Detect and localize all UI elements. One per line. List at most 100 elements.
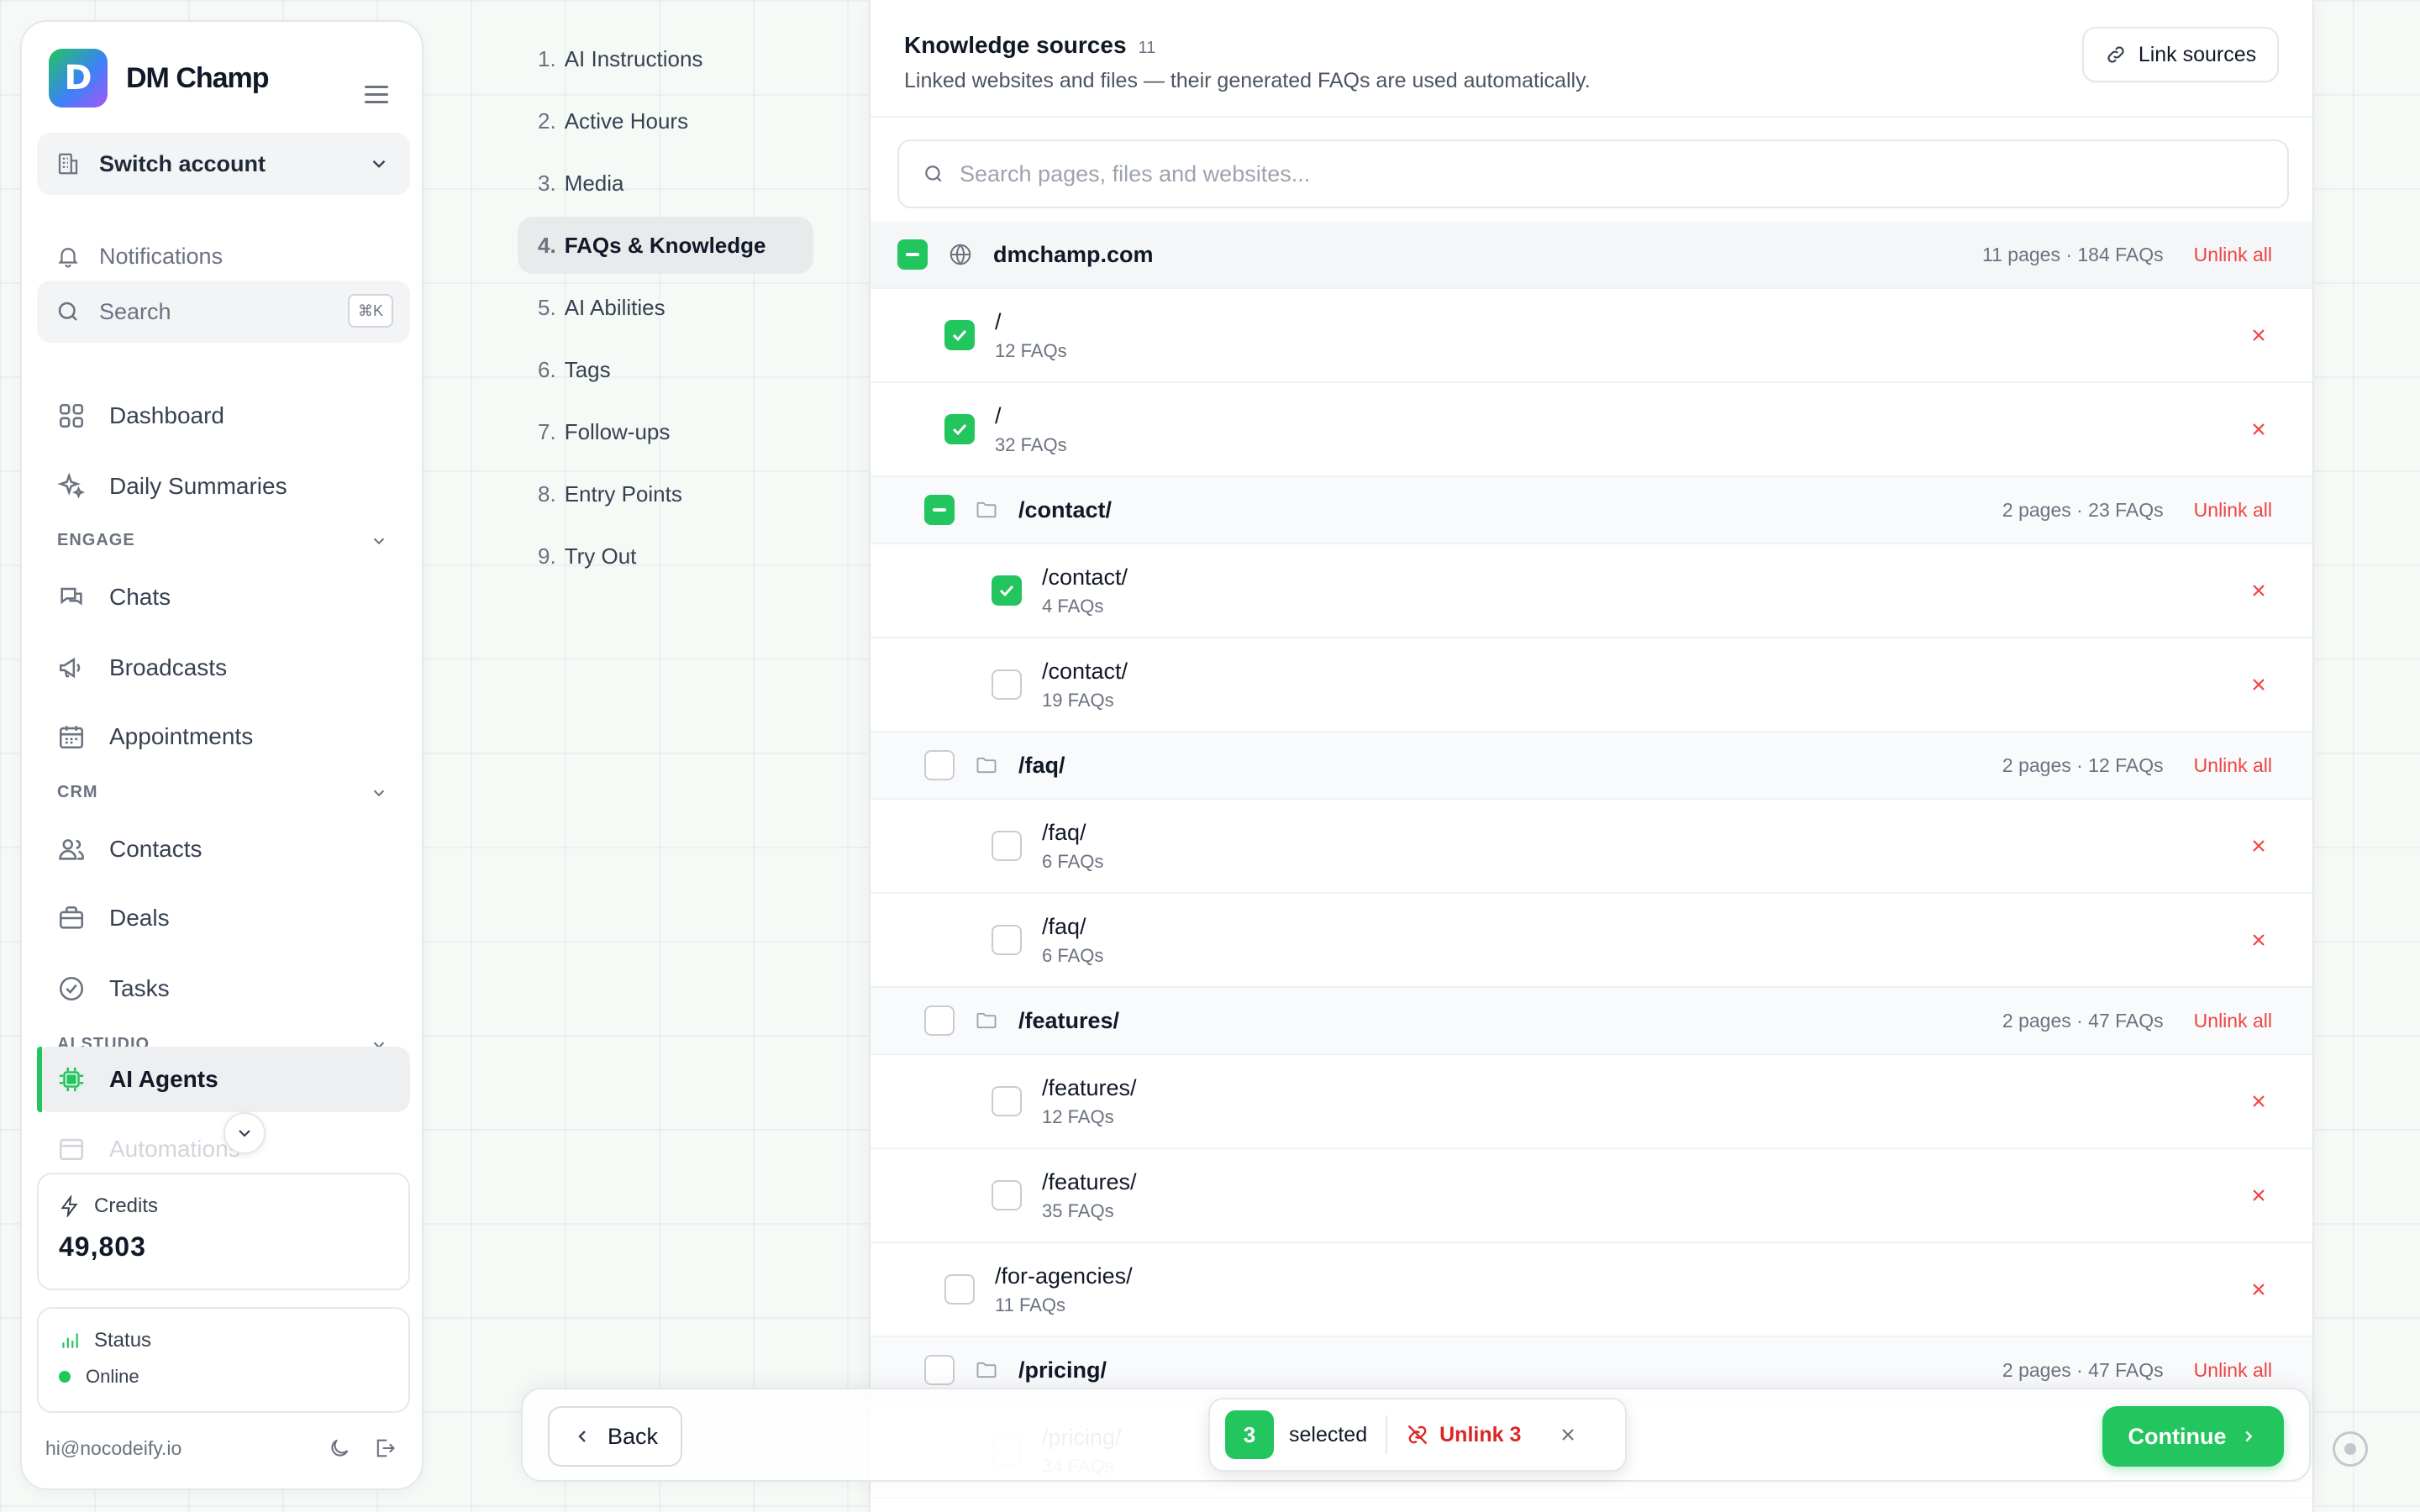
- knowledge-panel: Knowledge sources 11 Linked websites and…: [869, 0, 2314, 1512]
- source-page-row[interactable]: /contact/4 FAQs: [871, 544, 2312, 638]
- sidebar-item-appointments[interactable]: Appointments: [37, 704, 410, 769]
- bar-chart-icon: [62, 1333, 78, 1348]
- remove-page-icon[interactable]: [2249, 419, 2269, 439]
- back-button[interactable]: Back: [548, 1406, 682, 1467]
- page-checkbox[interactable]: [944, 1274, 975, 1305]
- menu-icon[interactable]: [365, 86, 388, 108]
- source-group[interactable]: /faq/2 pages · 12 FAQs Unlink all: [871, 732, 2312, 800]
- unlink-all-button[interactable]: Unlink all: [2194, 244, 2272, 266]
- close-icon[interactable]: [1558, 1425, 1578, 1445]
- credits-label: Credits: [94, 1194, 159, 1217]
- page-faq-count: 19 FAQs: [1042, 689, 1114, 711]
- scroll-down-button[interactable]: [224, 1112, 266, 1154]
- source-page-row[interactable]: /faq/6 FAQs: [871, 800, 2312, 894]
- page-checkbox[interactable]: [992, 831, 1022, 861]
- user-email: hi@nocodeify.io: [45, 1436, 182, 1459]
- unlink-all-button[interactable]: Unlink all: [2194, 1010, 2272, 1032]
- credits-card[interactable]: Credits 49,803: [37, 1173, 410, 1290]
- page-checkbox[interactable]: [992, 575, 1022, 606]
- root-checkbox[interactable]: [897, 239, 928, 270]
- check-circle-icon: [59, 976, 84, 1001]
- step-tags[interactable]: 6. Tags: [518, 341, 813, 398]
- link-sources-button[interactable]: Link sources: [2082, 27, 2279, 82]
- remove-page-icon[interactable]: [2249, 930, 2269, 950]
- remove-page-icon[interactable]: [2249, 1185, 2269, 1205]
- search-icon: [925, 165, 942, 182]
- moon-icon[interactable]: [328, 1436, 351, 1460]
- grid-icon: [59, 403, 84, 428]
- page-checkbox[interactable]: [992, 1086, 1022, 1116]
- group-checkbox[interactable]: [924, 495, 955, 525]
- unlink-all-button[interactable]: Unlink all: [2194, 499, 2272, 522]
- page-checkbox[interactable]: [944, 320, 975, 350]
- source-page-row[interactable]: /faq/6 FAQs: [871, 894, 2312, 988]
- step-ai-instructions[interactable]: 1. AI Instructions: [518, 30, 813, 87]
- remove-page-icon[interactable]: [2249, 580, 2269, 601]
- sidebar-item-chats[interactable]: Chats: [37, 564, 410, 630]
- source-group[interactable]: /features/2 pages · 47 FAQs Unlink all: [871, 988, 2312, 1055]
- sources-search-box[interactable]: [897, 139, 2289, 208]
- step-media[interactable]: 3. Media: [518, 155, 813, 212]
- unlink-all-button[interactable]: Unlink all: [2194, 754, 2272, 777]
- unlink-icon: [1407, 1425, 1428, 1445]
- switch-account-button[interactable]: Switch account: [37, 133, 410, 195]
- group-checkbox[interactable]: [924, 1005, 955, 1036]
- record-icon[interactable]: [2333, 1431, 2368, 1467]
- source-page-row[interactable]: /for-agencies/11 FAQs: [871, 1243, 2312, 1337]
- remove-page-icon[interactable]: [2249, 1091, 2269, 1111]
- page-info: /faq/6 FAQs: [1042, 820, 1103, 873]
- status-card[interactable]: Status Online: [37, 1307, 410, 1413]
- page-faq-count: 12 FAQs: [1042, 1105, 1114, 1127]
- step-label: FAQs & Knowledge: [564, 232, 766, 258]
- switch-account-label: Switch account: [99, 150, 266, 176]
- sidebar-item-ai-agents[interactable]: AI Agents: [37, 1047, 410, 1112]
- group-checkbox[interactable]: [924, 750, 955, 780]
- source-page-row[interactable]: / 32 FAQs: [871, 383, 2312, 477]
- remove-page-icon[interactable]: [2249, 836, 2269, 856]
- step-number: 7.: [538, 418, 556, 444]
- brand[interactable]: D DM Champ: [49, 49, 270, 108]
- sources-tree: dmchamp.com 11 pages · 184 FAQs Unlink a…: [871, 222, 2312, 1499]
- page-checkbox[interactable]: [992, 669, 1022, 700]
- panel-count: 11: [1138, 39, 1156, 57]
- source-page-row[interactable]: /features/12 FAQs: [871, 1055, 2312, 1149]
- remove-page-icon[interactable]: [2249, 1279, 2269, 1299]
- continue-button[interactable]: Continue: [2102, 1406, 2284, 1467]
- step-entry-points[interactable]: 8. Entry Points: [518, 465, 813, 522]
- source-group-root[interactable]: dmchamp.com 11 pages · 184 FAQs Unlink a…: [871, 222, 2312, 289]
- selected-count-badge: 3: [1225, 1410, 1274, 1459]
- unlink-selected-button[interactable]: Unlink 3: [1406, 1423, 1521, 1447]
- notifications-link[interactable]: Notifications: [37, 225, 410, 287]
- unlink-selected-label: Unlink 3: [1439, 1422, 1522, 1446]
- sidebar-item-daily-summaries[interactable]: Daily Summaries: [37, 454, 410, 519]
- section-engage[interactable]: ENGAGE: [57, 531, 410, 550]
- panel-title: Knowledge sources 11: [904, 32, 1155, 59]
- remove-page-icon[interactable]: [2249, 675, 2269, 695]
- step-active-hours[interactable]: 2. Active Hours: [518, 92, 813, 150]
- page-checkbox[interactable]: [992, 1180, 1022, 1210]
- source-page-row[interactable]: /contact/19 FAQs: [871, 638, 2312, 732]
- group-checkbox[interactable]: [924, 1355, 955, 1385]
- section-crm[interactable]: CRM: [57, 783, 410, 802]
- page-checkbox[interactable]: [944, 414, 975, 444]
- sources-search-input[interactable]: [960, 160, 2220, 187]
- page-checkbox[interactable]: [992, 925, 1022, 955]
- step-try-out[interactable]: 9. Try Out: [518, 528, 813, 585]
- brand-logo-letter: D: [64, 59, 92, 97]
- sidebar-item-contacts[interactable]: Contacts: [37, 816, 410, 882]
- source-page-row[interactable]: /features/35 FAQs: [871, 1149, 2312, 1243]
- page-info: / 12 FAQs: [995, 309, 1067, 362]
- unlink-all-button[interactable]: Unlink all: [2194, 1359, 2272, 1382]
- remove-page-icon[interactable]: [2249, 325, 2269, 345]
- step-faqs-knowledge[interactable]: 4. FAQs & Knowledge: [518, 217, 813, 274]
- sidebar-item-deals[interactable]: Deals: [37, 885, 410, 951]
- sidebar-item-tasks[interactable]: Tasks: [37, 956, 410, 1021]
- sidebar-search[interactable]: Search ⌘K: [37, 281, 410, 343]
- step-ai-abilities[interactable]: 5. AI Abilities: [518, 279, 813, 336]
- source-group[interactable]: /contact/2 pages · 23 FAQs Unlink all: [871, 477, 2312, 544]
- source-page-row[interactable]: / 12 FAQs: [871, 289, 2312, 383]
- sidebar-item-dashboard[interactable]: Dashboard: [37, 383, 410, 449]
- sidebar-item-broadcasts[interactable]: Broadcasts: [37, 635, 410, 701]
- step-follow-ups[interactable]: 7. Follow-ups: [518, 403, 813, 460]
- logout-icon[interactable]: [373, 1436, 397, 1460]
